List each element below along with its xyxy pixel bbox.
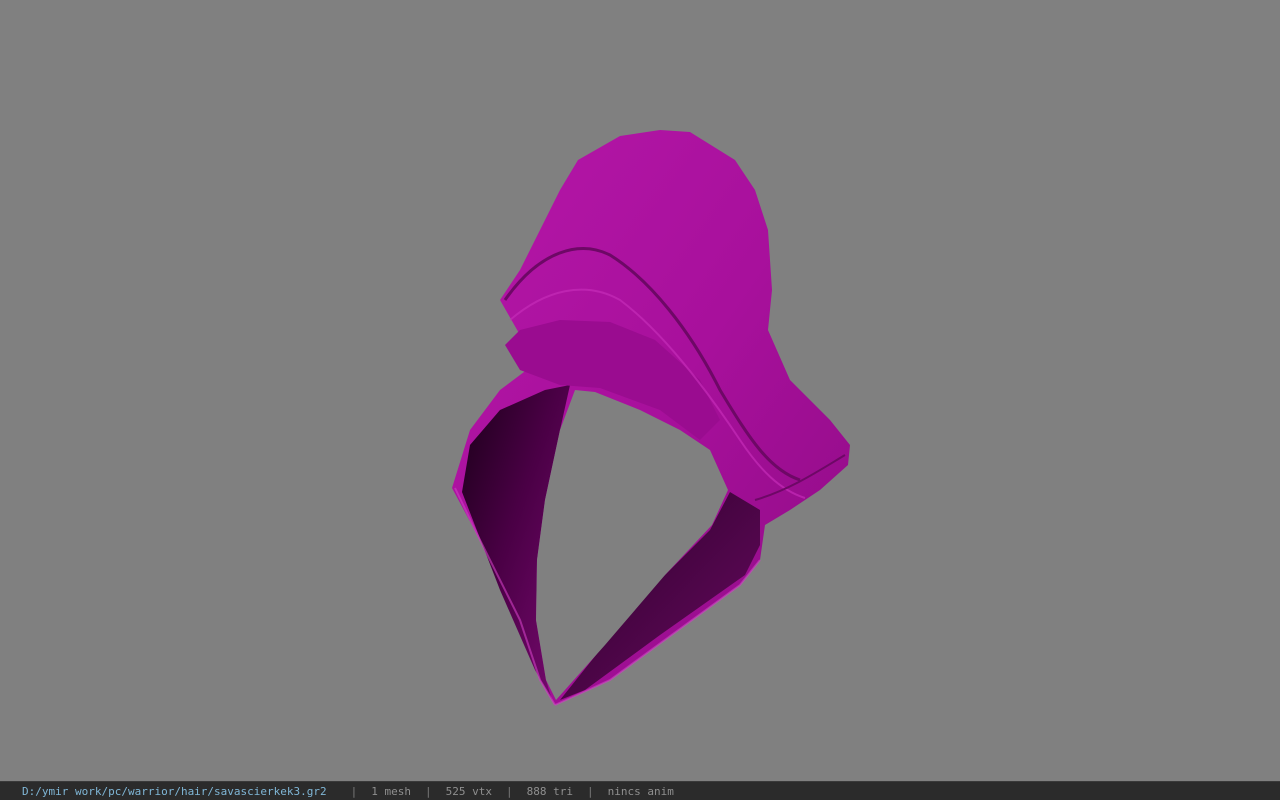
triangle-count: 888 tri xyxy=(526,784,573,798)
separator: | xyxy=(506,784,513,798)
animation-status: nincs anim xyxy=(607,784,674,798)
mesh-count: 1 mesh xyxy=(371,784,412,798)
separator: | xyxy=(425,784,432,798)
file-path: D:/ymir work/pc/warrior/hair/savascierke… xyxy=(22,784,327,798)
hood-model xyxy=(452,130,850,706)
vertex-count: 525 vtx xyxy=(445,784,492,798)
3d-viewport[interactable] xyxy=(0,0,1280,781)
separator: | xyxy=(586,784,594,798)
separator: | xyxy=(350,784,358,798)
status-bar: D:/ymir work/pc/warrior/hair/savascierke… xyxy=(0,781,1280,800)
